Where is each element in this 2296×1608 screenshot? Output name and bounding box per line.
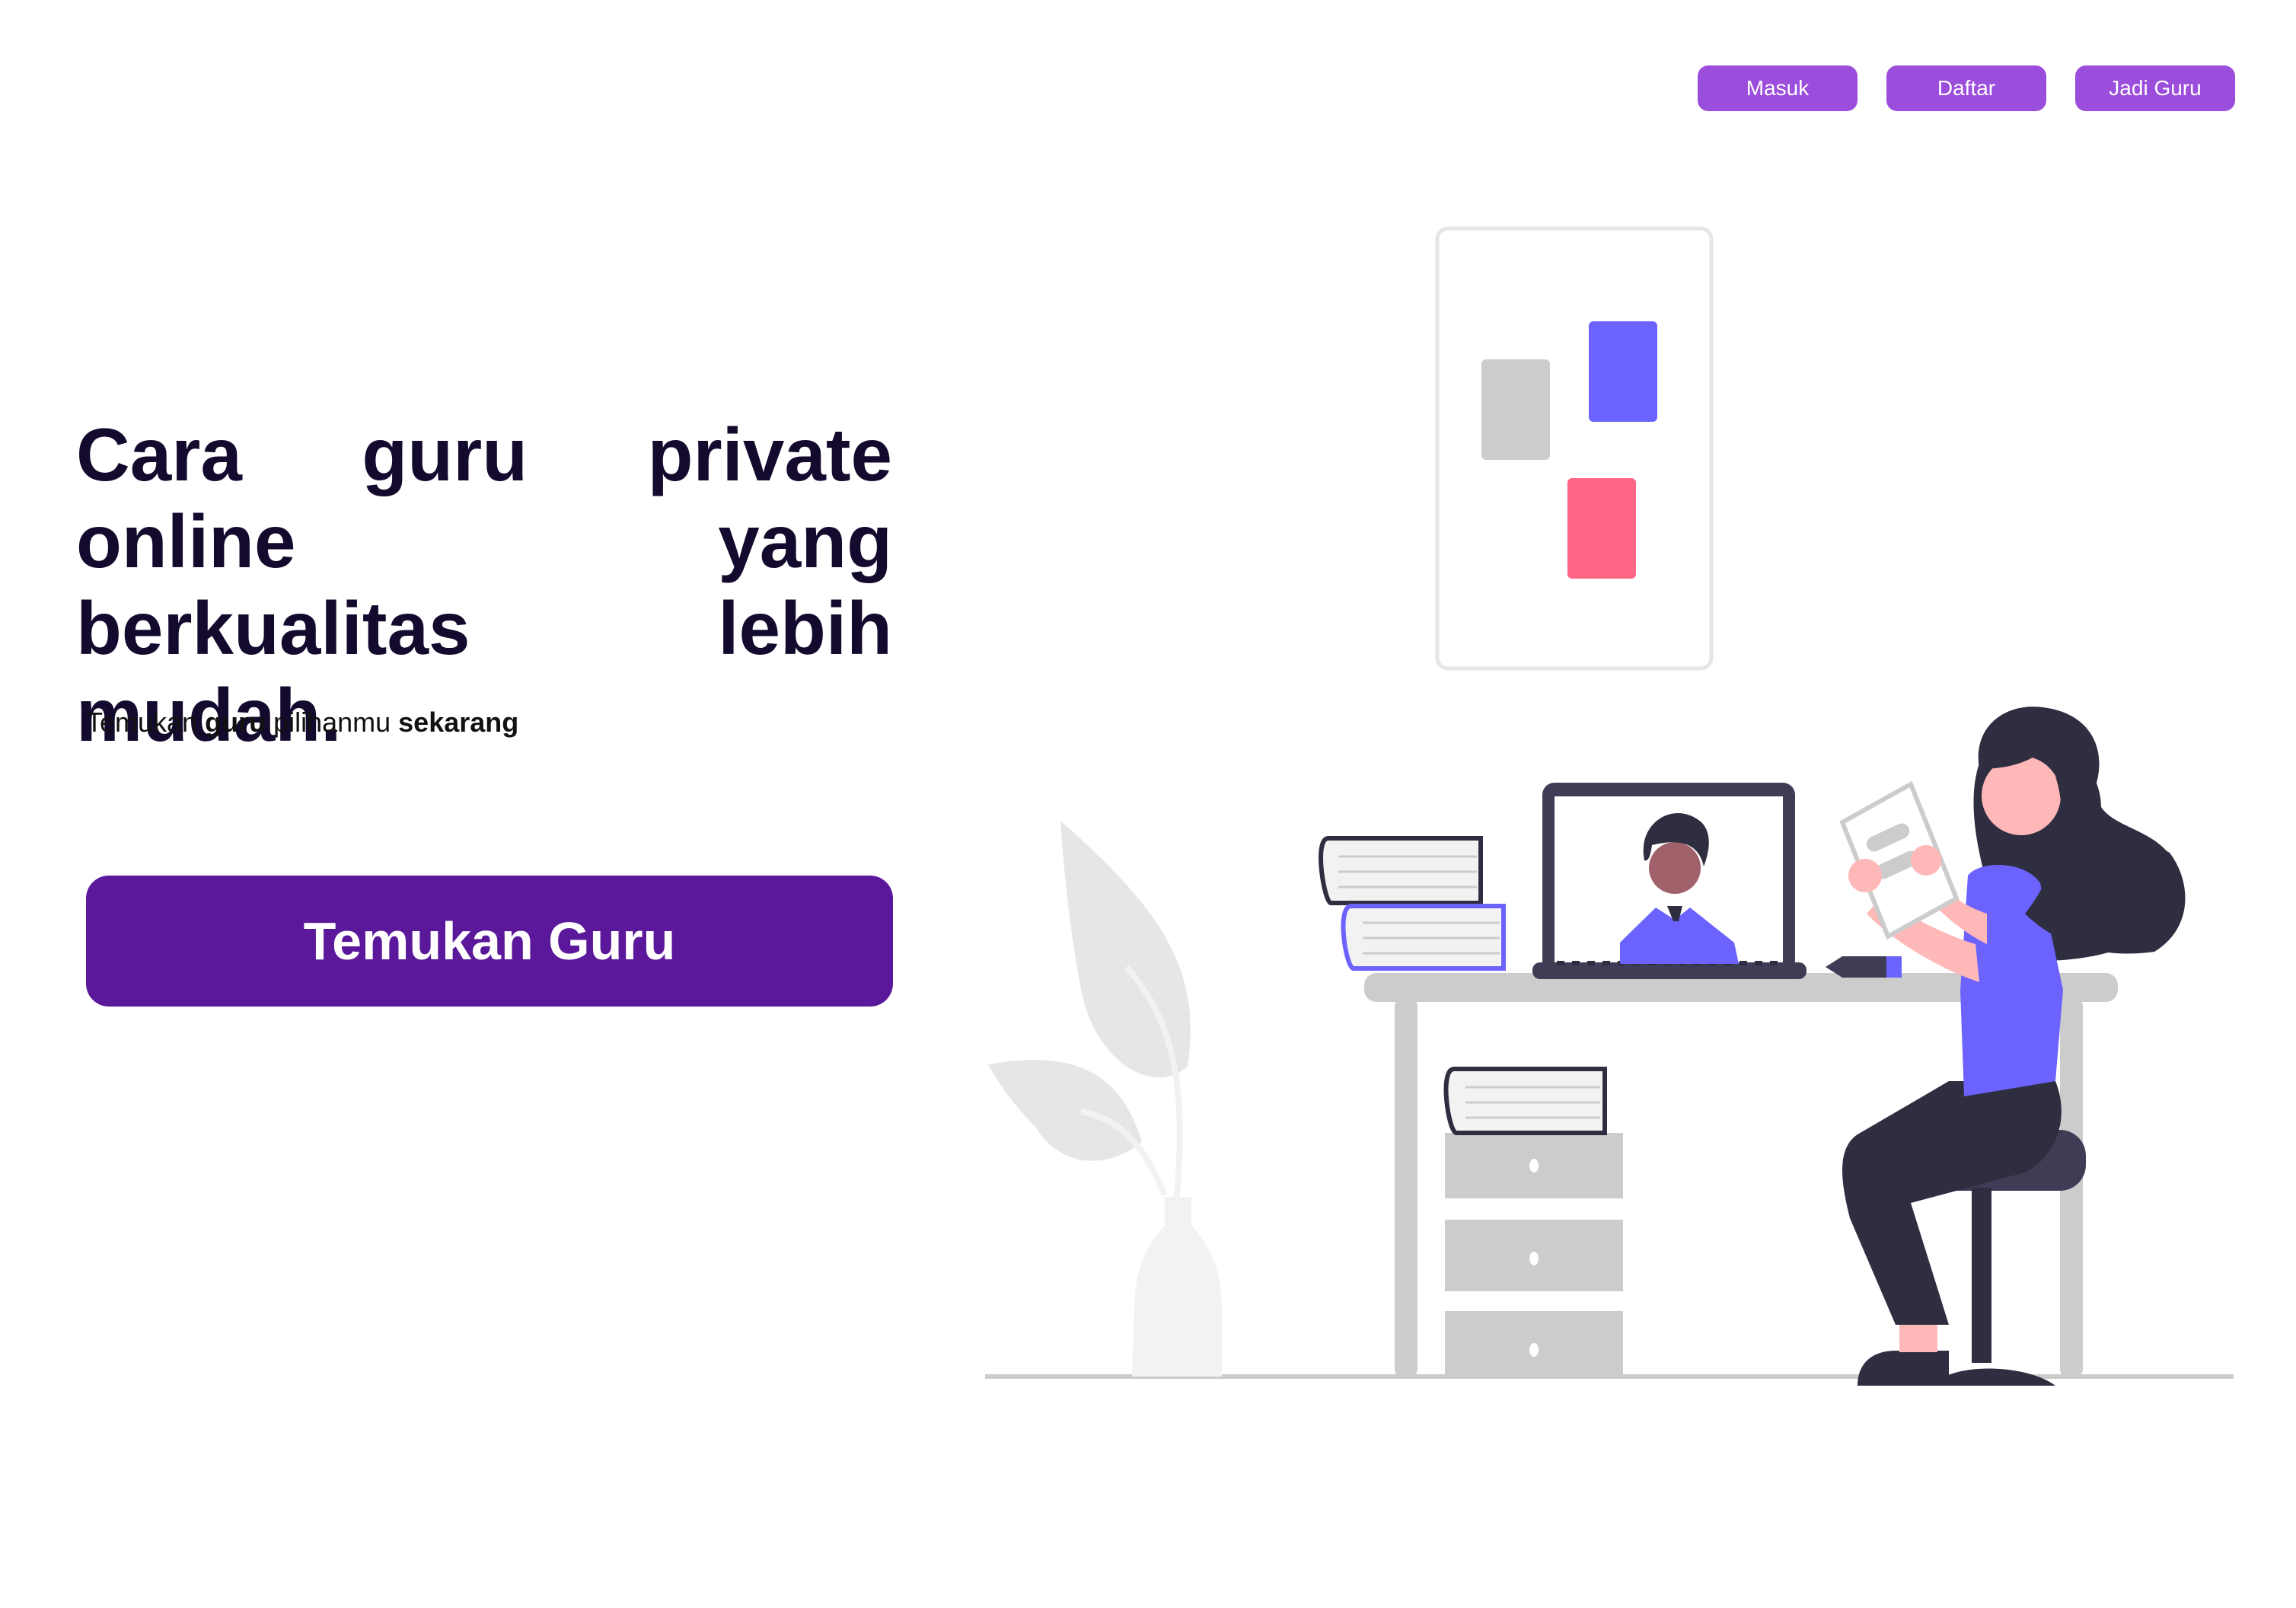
plant [988, 821, 1222, 1377]
online-tutoring-illustration [985, 226, 2234, 1386]
subtitle-emphasis: guru [205, 707, 266, 738]
subtitle-part: pilihanmu [266, 707, 399, 738]
laptop [1532, 783, 1807, 979]
jadi-guru-button[interactable]: Jadi Guru [2075, 65, 2235, 111]
landing-page: Masuk Daftar Jadi Guru Cara guru private… [0, 0, 2296, 1608]
subtitle-emphasis: sekarang [398, 707, 519, 738]
temukan-guru-button[interactable]: Temukan Guru [86, 876, 893, 1007]
masuk-button[interactable]: Masuk [1698, 65, 1858, 111]
woman-reading [1839, 707, 2186, 1386]
daftar-button[interactable]: Daftar [1886, 65, 2046, 111]
hero-subtitle: Temukan guru pilihanmu sekarang [86, 707, 518, 739]
subtitle-part: Temukan [86, 707, 206, 738]
wall-board [1435, 226, 1714, 671]
